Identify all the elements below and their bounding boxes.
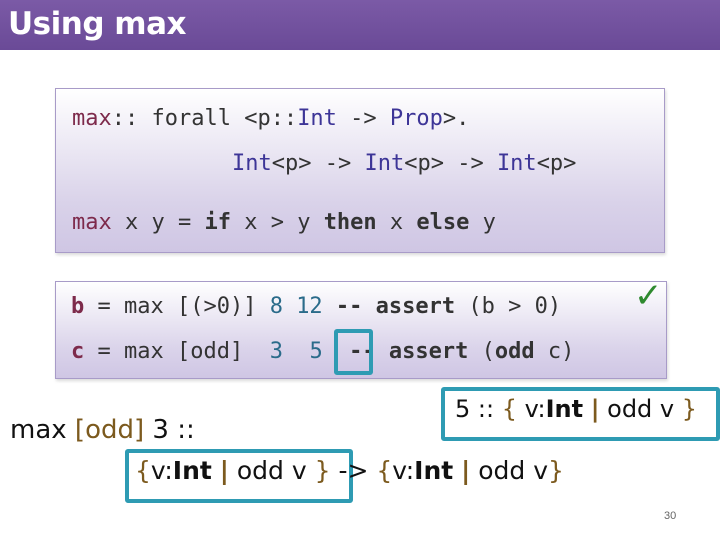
- code-line-definition: max x y = if x > y then x else y: [72, 210, 496, 235]
- code-token: odd: [494, 339, 535, 364]
- slide-title: Using max: [8, 6, 187, 42]
- text-token: max: [10, 415, 75, 445]
- code-token: Int: [364, 151, 405, 176]
- code-token: = max [(>0)]: [84, 294, 270, 319]
- code-token: y: [469, 210, 496, 235]
- text-token: odd v: [228, 456, 315, 485]
- code-token: 3: [269, 339, 283, 364]
- text-token: odd v: [470, 456, 549, 485]
- code-token: x: [376, 210, 417, 235]
- code-token: = max [odd]: [84, 339, 270, 364]
- text-token: {: [376, 456, 393, 485]
- code-token: max: [72, 210, 112, 235]
- code-token: Int: [297, 106, 337, 131]
- text-token: }: [548, 456, 564, 485]
- text-token: v:: [392, 456, 415, 485]
- code-token: b: [71, 294, 85, 319]
- code-token: c: [71, 339, 85, 364]
- code-token: then: [323, 210, 377, 235]
- arrow-type-annotation: {v:Int | odd v } -> {v:Int | odd v}: [135, 456, 564, 485]
- text-token: {: [135, 456, 151, 485]
- code-token: 8: [269, 294, 283, 319]
- code-token: :: forall <p::: [111, 106, 298, 131]
- code-line-forall: max:: forall <p::Int -> Prop>.: [72, 106, 469, 131]
- code-token: Int: [232, 151, 272, 176]
- code-token: max: [72, 106, 112, 131]
- code-token: Int: [496, 151, 537, 176]
- text-token: Int: [172, 456, 212, 485]
- text-token: 3 ::: [144, 415, 195, 445]
- code-token: x y =: [111, 210, 205, 235]
- text-token: 5 ::: [455, 395, 502, 423]
- code-token: x > y: [230, 210, 324, 235]
- text-token: [odd]: [74, 415, 145, 445]
- text-token: {: [501, 395, 517, 423]
- text-token: v:: [516, 395, 546, 423]
- code-token: <p> ->: [271, 151, 365, 176]
- code-token: >.: [442, 106, 470, 131]
- text-token: |: [590, 395, 600, 423]
- code-token: ->: [336, 106, 390, 131]
- text-token: }: [681, 395, 698, 423]
- code-token: 12: [296, 294, 323, 319]
- code-token: c): [534, 339, 575, 364]
- code-token: <p>: [536, 151, 577, 176]
- text-token: Int: [545, 395, 584, 423]
- text-token: |: [461, 456, 471, 485]
- max-expression: max [odd] 3 ::: [10, 415, 195, 445]
- code-line-c: c = max [odd] 3 5 -- assert (odd c): [71, 339, 574, 364]
- page-number: 30: [664, 510, 677, 522]
- code-token: assert: [375, 294, 456, 319]
- code-token: --: [322, 294, 376, 319]
- text-token: Int: [414, 456, 454, 485]
- code-token: if: [204, 210, 231, 235]
- code-token: 5: [309, 339, 323, 364]
- text-token: }: [314, 456, 331, 485]
- code-token: Prop: [389, 106, 443, 131]
- text-token: v:: [150, 456, 173, 485]
- code-token: (b > 0): [455, 294, 562, 319]
- code-token: (: [468, 339, 495, 364]
- code-token: else: [416, 210, 470, 235]
- code-line-b: b = max [(>0)] 8 12 -- assert (b > 0): [71, 294, 561, 319]
- check-icon: ✓: [634, 276, 663, 316]
- code-token: <p> ->: [404, 151, 497, 176]
- code-token: assert: [388, 339, 469, 364]
- five-highlight-box: [334, 329, 373, 375]
- code-line-type: Int<p> -> Int<p> -> Int<p>: [232, 151, 576, 176]
- title-bar: Using max: [0, 0, 720, 50]
- text-token: odd v: [599, 395, 682, 423]
- text-token: ->: [330, 456, 377, 485]
- text-token: |: [219, 456, 229, 485]
- five-type-annotation: 5 :: { v:Int | odd v }: [455, 395, 697, 423]
